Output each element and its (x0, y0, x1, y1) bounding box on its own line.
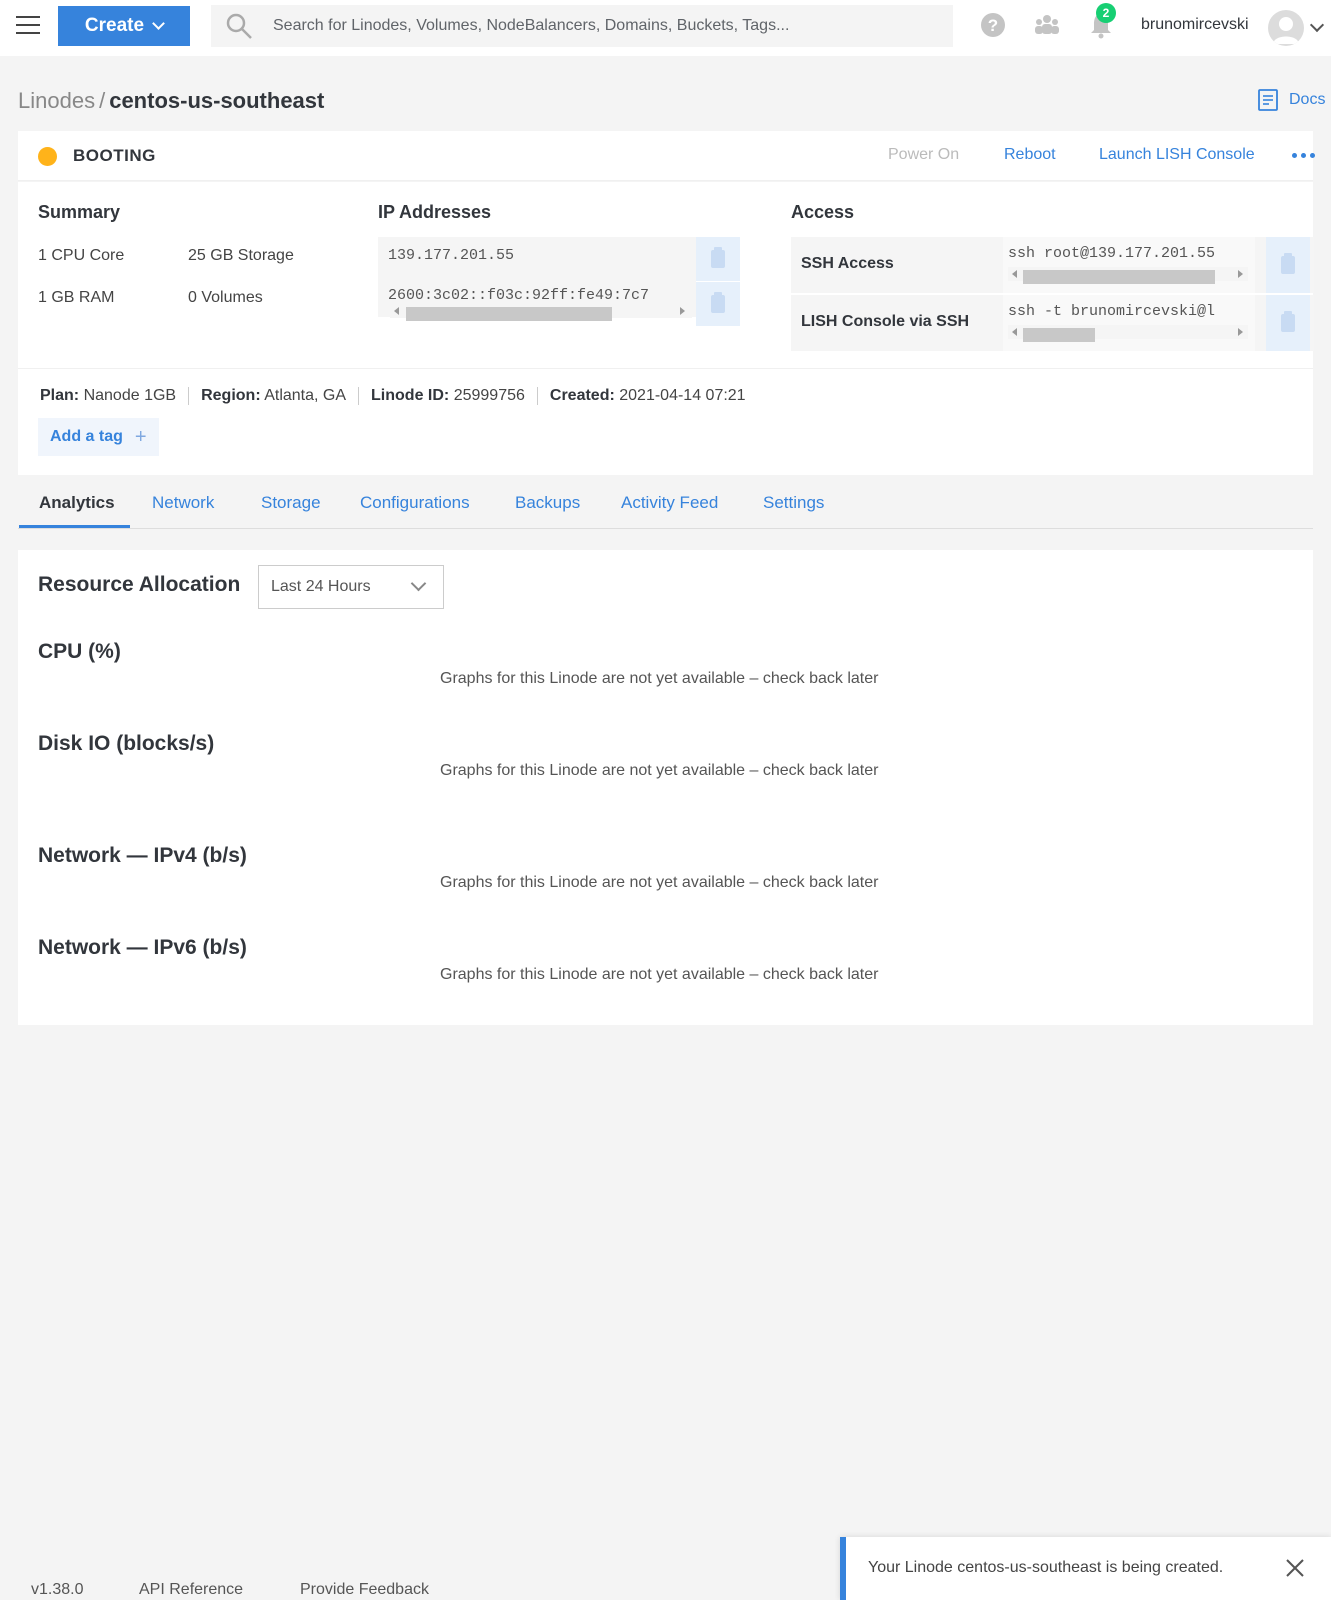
search-input[interactable] (273, 12, 933, 40)
status-bar: BOOTING Power On Reboot Launch LISH Cons… (18, 131, 1315, 181)
help-icon[interactable]: ? (978, 10, 1008, 40)
linode-id-meta: Linode ID: 25999756 (359, 387, 538, 405)
toast-message: Your Linode centos-us-southeast is being… (868, 1559, 1224, 1576)
tab-backups[interactable]: Backups (515, 493, 580, 513)
resource-allocation-title: Resource Allocation (38, 573, 241, 596)
user-icon (1273, 17, 1299, 44)
copy-ipv6-button[interactable] (696, 282, 740, 326)
chevron-down-icon (410, 575, 427, 592)
toast-notification: Your Linode centos-us-southeast is being… (840, 1537, 1331, 1600)
disk-io-graph-message: Graphs for this Linode are not yet avail… (440, 762, 879, 779)
cpu-spec: 1 CPU Core (38, 247, 125, 264)
reboot-button[interactable]: Reboot (1004, 146, 1056, 164)
top-bar: Create ? 2 brunomircevski (0, 0, 1331, 56)
summary-title: Summary (38, 202, 121, 222)
ipv4-graph-message: Graphs for this Linode are not yet avail… (440, 874, 879, 891)
tab-configurations[interactable]: Configurations (360, 493, 470, 513)
power-on-button[interactable]: Power On (888, 146, 959, 164)
divider (18, 368, 1313, 369)
ipv6-scrollbar[interactable] (390, 304, 692, 321)
username[interactable]: brunomircevski (1141, 16, 1249, 34)
active-tab-indicator (19, 525, 130, 528)
menu-icon[interactable] (16, 16, 40, 36)
volumes-spec: 0 Volumes (188, 289, 263, 306)
lish-command-scrollbar[interactable] (1008, 325, 1248, 342)
ipv6-value: 2600:3c02::f03c:92ff:fe49:7c7 (388, 287, 650, 304)
ssh-command-field[interactable]: ssh root@139.177.201.55 (1003, 237, 1255, 293)
tab-activity-feed[interactable]: Activity Feed (621, 493, 718, 513)
svg-text:?: ? (988, 16, 998, 35)
chevron-down-icon (152, 17, 165, 30)
tab-settings[interactable]: Settings (763, 493, 824, 513)
breadcrumb-linodes[interactable]: Linodes (18, 88, 95, 114)
analytics-panel: Resource Allocation Last 24 Hours CPU (%… (18, 550, 1313, 1025)
status-indicator (38, 147, 57, 166)
ipv6-graph-title: Network — IPv6 (b/s) (38, 936, 247, 959)
ssh-access-row: SSH Access ssh root@139.177.201.55 (791, 237, 1314, 293)
ipv4-value: 139.177.201.55 (388, 247, 515, 264)
plan-meta: Plan: Nanode 1GB (40, 387, 190, 405)
clipboard-icon (711, 247, 725, 268)
time-range-value: Last 24 Hours (271, 578, 371, 595)
create-button-label: Create (84, 15, 145, 36)
clipboard-icon (711, 292, 725, 313)
ip-addresses-title: IP Addresses (378, 202, 492, 222)
ssh-command: ssh root@139.177.201.55 (1008, 245, 1216, 262)
storage-spec: 25 GB Storage (188, 247, 294, 264)
launch-lish-button[interactable]: Launch LISH Console (1099, 146, 1255, 164)
ssh-command-scrollbar[interactable] (1008, 267, 1248, 284)
page-title[interactable]: centos-us-southeast (109, 88, 324, 114)
community-icon[interactable] (1032, 10, 1062, 40)
cpu-graph-title: CPU (%) (38, 640, 121, 663)
tab-storage[interactable]: Storage (261, 493, 321, 513)
search-bar (211, 5, 953, 47)
lish-command-field[interactable]: ssh -t brunomircevski@l (1003, 295, 1255, 351)
linode-meta: Plan: Nanode 1GB Region: Atlanta, GA Lin… (40, 387, 758, 405)
notification-badge: 2 (1096, 3, 1116, 23)
linode-details: Summary 1 CPU Core 25 GB Storage 1 GB RA… (18, 182, 1314, 475)
document-icon (1258, 89, 1278, 111)
ipv6-graph-message: Graphs for this Linode are not yet avail… (440, 966, 879, 983)
access-title: Access (791, 202, 855, 222)
region-meta: Region: Atlanta, GA (189, 387, 360, 405)
clipboard-icon (1281, 253, 1295, 274)
copy-lish-button[interactable] (1266, 295, 1310, 351)
ipv4-graph-title: Network — IPv4 (b/s) (38, 844, 247, 867)
breadcrumb: Linodes / centos-us-southeast (18, 88, 324, 114)
lish-access-label: LISH Console via SSH (801, 313, 970, 330)
api-reference-link[interactable]: API Reference (139, 1581, 243, 1599)
add-tag-label: Add a tag (50, 428, 123, 445)
created-meta: Created: 2021-04-14 07:21 (549, 387, 746, 404)
close-icon[interactable] (1284, 1557, 1306, 1579)
status-label: BOOTING (73, 146, 156, 165)
ipv4-field[interactable]: 139.177.201.55 (378, 237, 696, 281)
lish-access-row: LISH Console via SSH ssh -t brunomircevs… (791, 295, 1314, 351)
copy-ipv4-button[interactable] (696, 237, 740, 281)
cpu-graph-message: Graphs for this Linode are not yet avail… (440, 670, 879, 687)
time-range-select[interactable]: Last 24 Hours (258, 565, 444, 609)
tab-bar: Analytics Network Storage Configurations… (18, 483, 1313, 529)
provide-feedback-link[interactable]: Provide Feedback (300, 1581, 429, 1599)
version-label: v1.38.0 (31, 1581, 84, 1598)
create-button[interactable]: Create (58, 6, 190, 46)
ssh-access-label: SSH Access (801, 255, 894, 272)
docs-link[interactable]: Docs (1257, 88, 1325, 112)
search-icon (226, 13, 252, 39)
plus-icon: + (134, 425, 147, 448)
more-actions-icon[interactable] (1292, 153, 1315, 158)
ram-spec: 1 GB RAM (38, 289, 115, 306)
disk-io-graph-title: Disk IO (blocks/s) (38, 732, 215, 755)
clipboard-icon (1281, 311, 1295, 332)
docs-label: Docs (1289, 91, 1326, 108)
copy-ssh-button[interactable] (1266, 237, 1310, 293)
tab-analytics[interactable]: Analytics (39, 493, 115, 513)
avatar[interactable] (1268, 10, 1304, 46)
lish-command: ssh -t brunomircevski@l (1008, 303, 1216, 320)
add-tag-button[interactable]: Add a tag + (38, 418, 159, 456)
chevron-down-icon[interactable] (1309, 17, 1325, 33)
breadcrumb-separator: / (99, 88, 106, 113)
tab-network[interactable]: Network (152, 493, 214, 513)
